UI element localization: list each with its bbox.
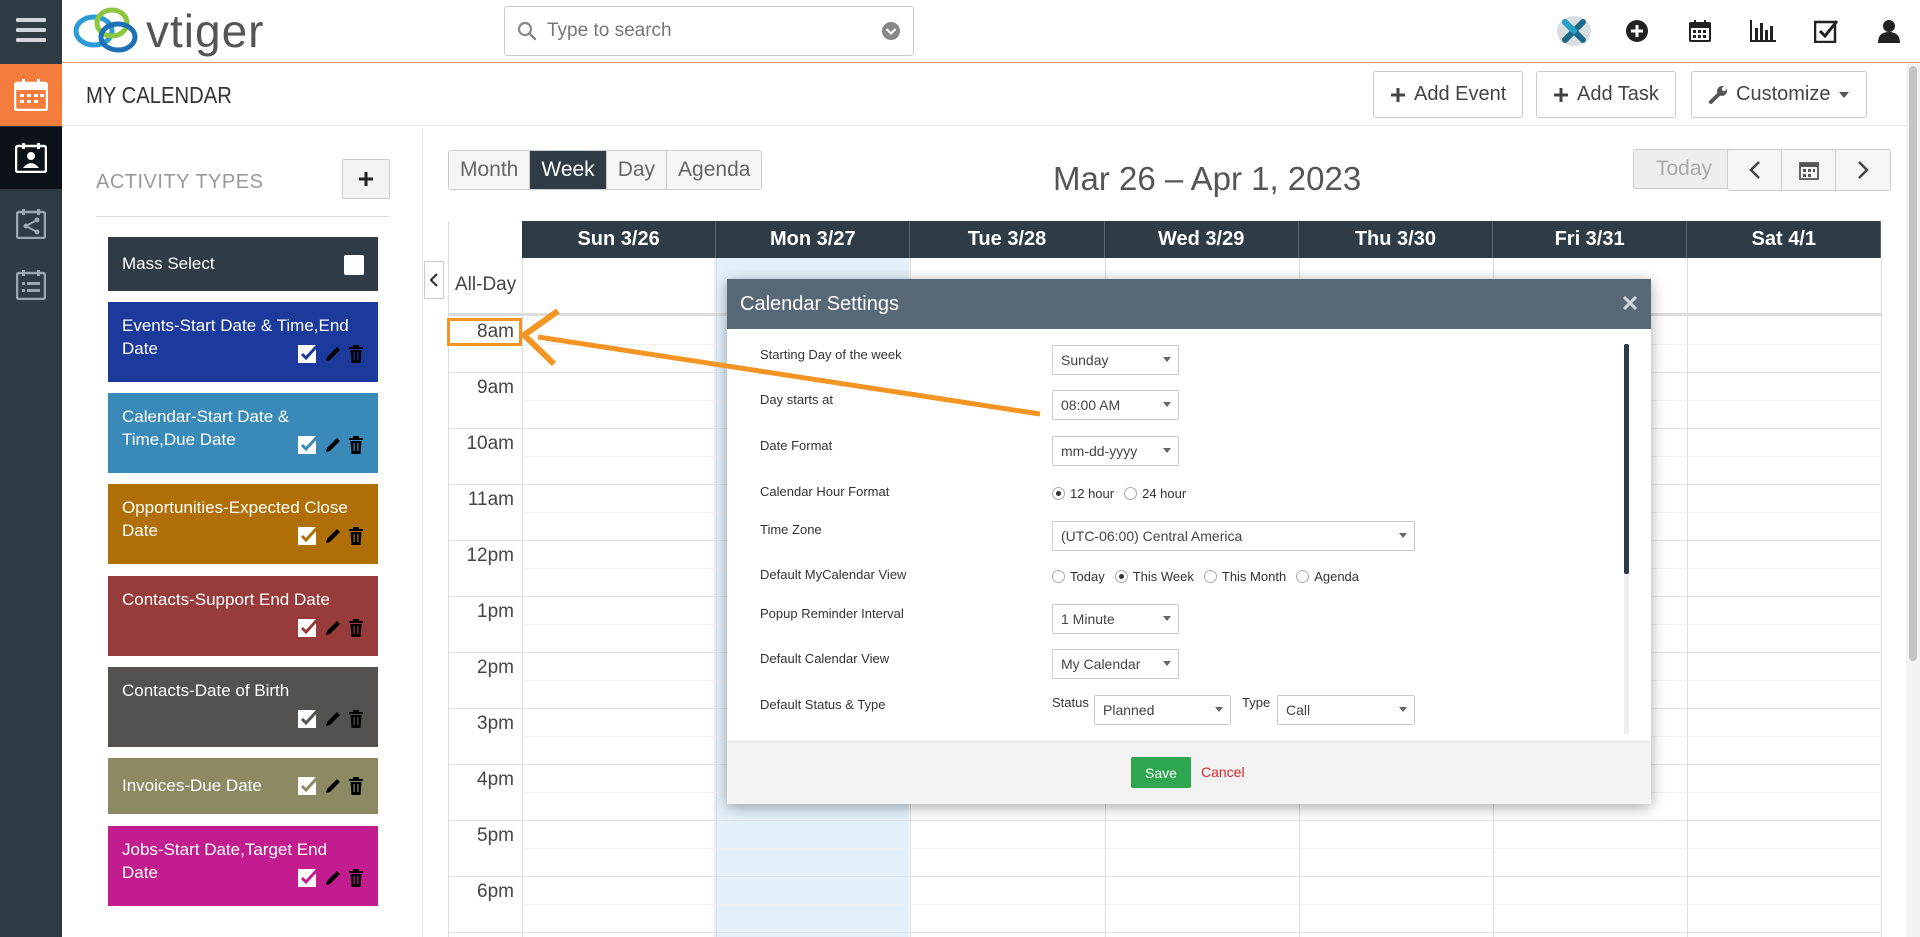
page-scrollbar-thumb[interactable] [1909,66,1917,661]
page-scrollbar[interactable] [1906,64,1920,937]
annotation-arrow [519,308,1041,417]
